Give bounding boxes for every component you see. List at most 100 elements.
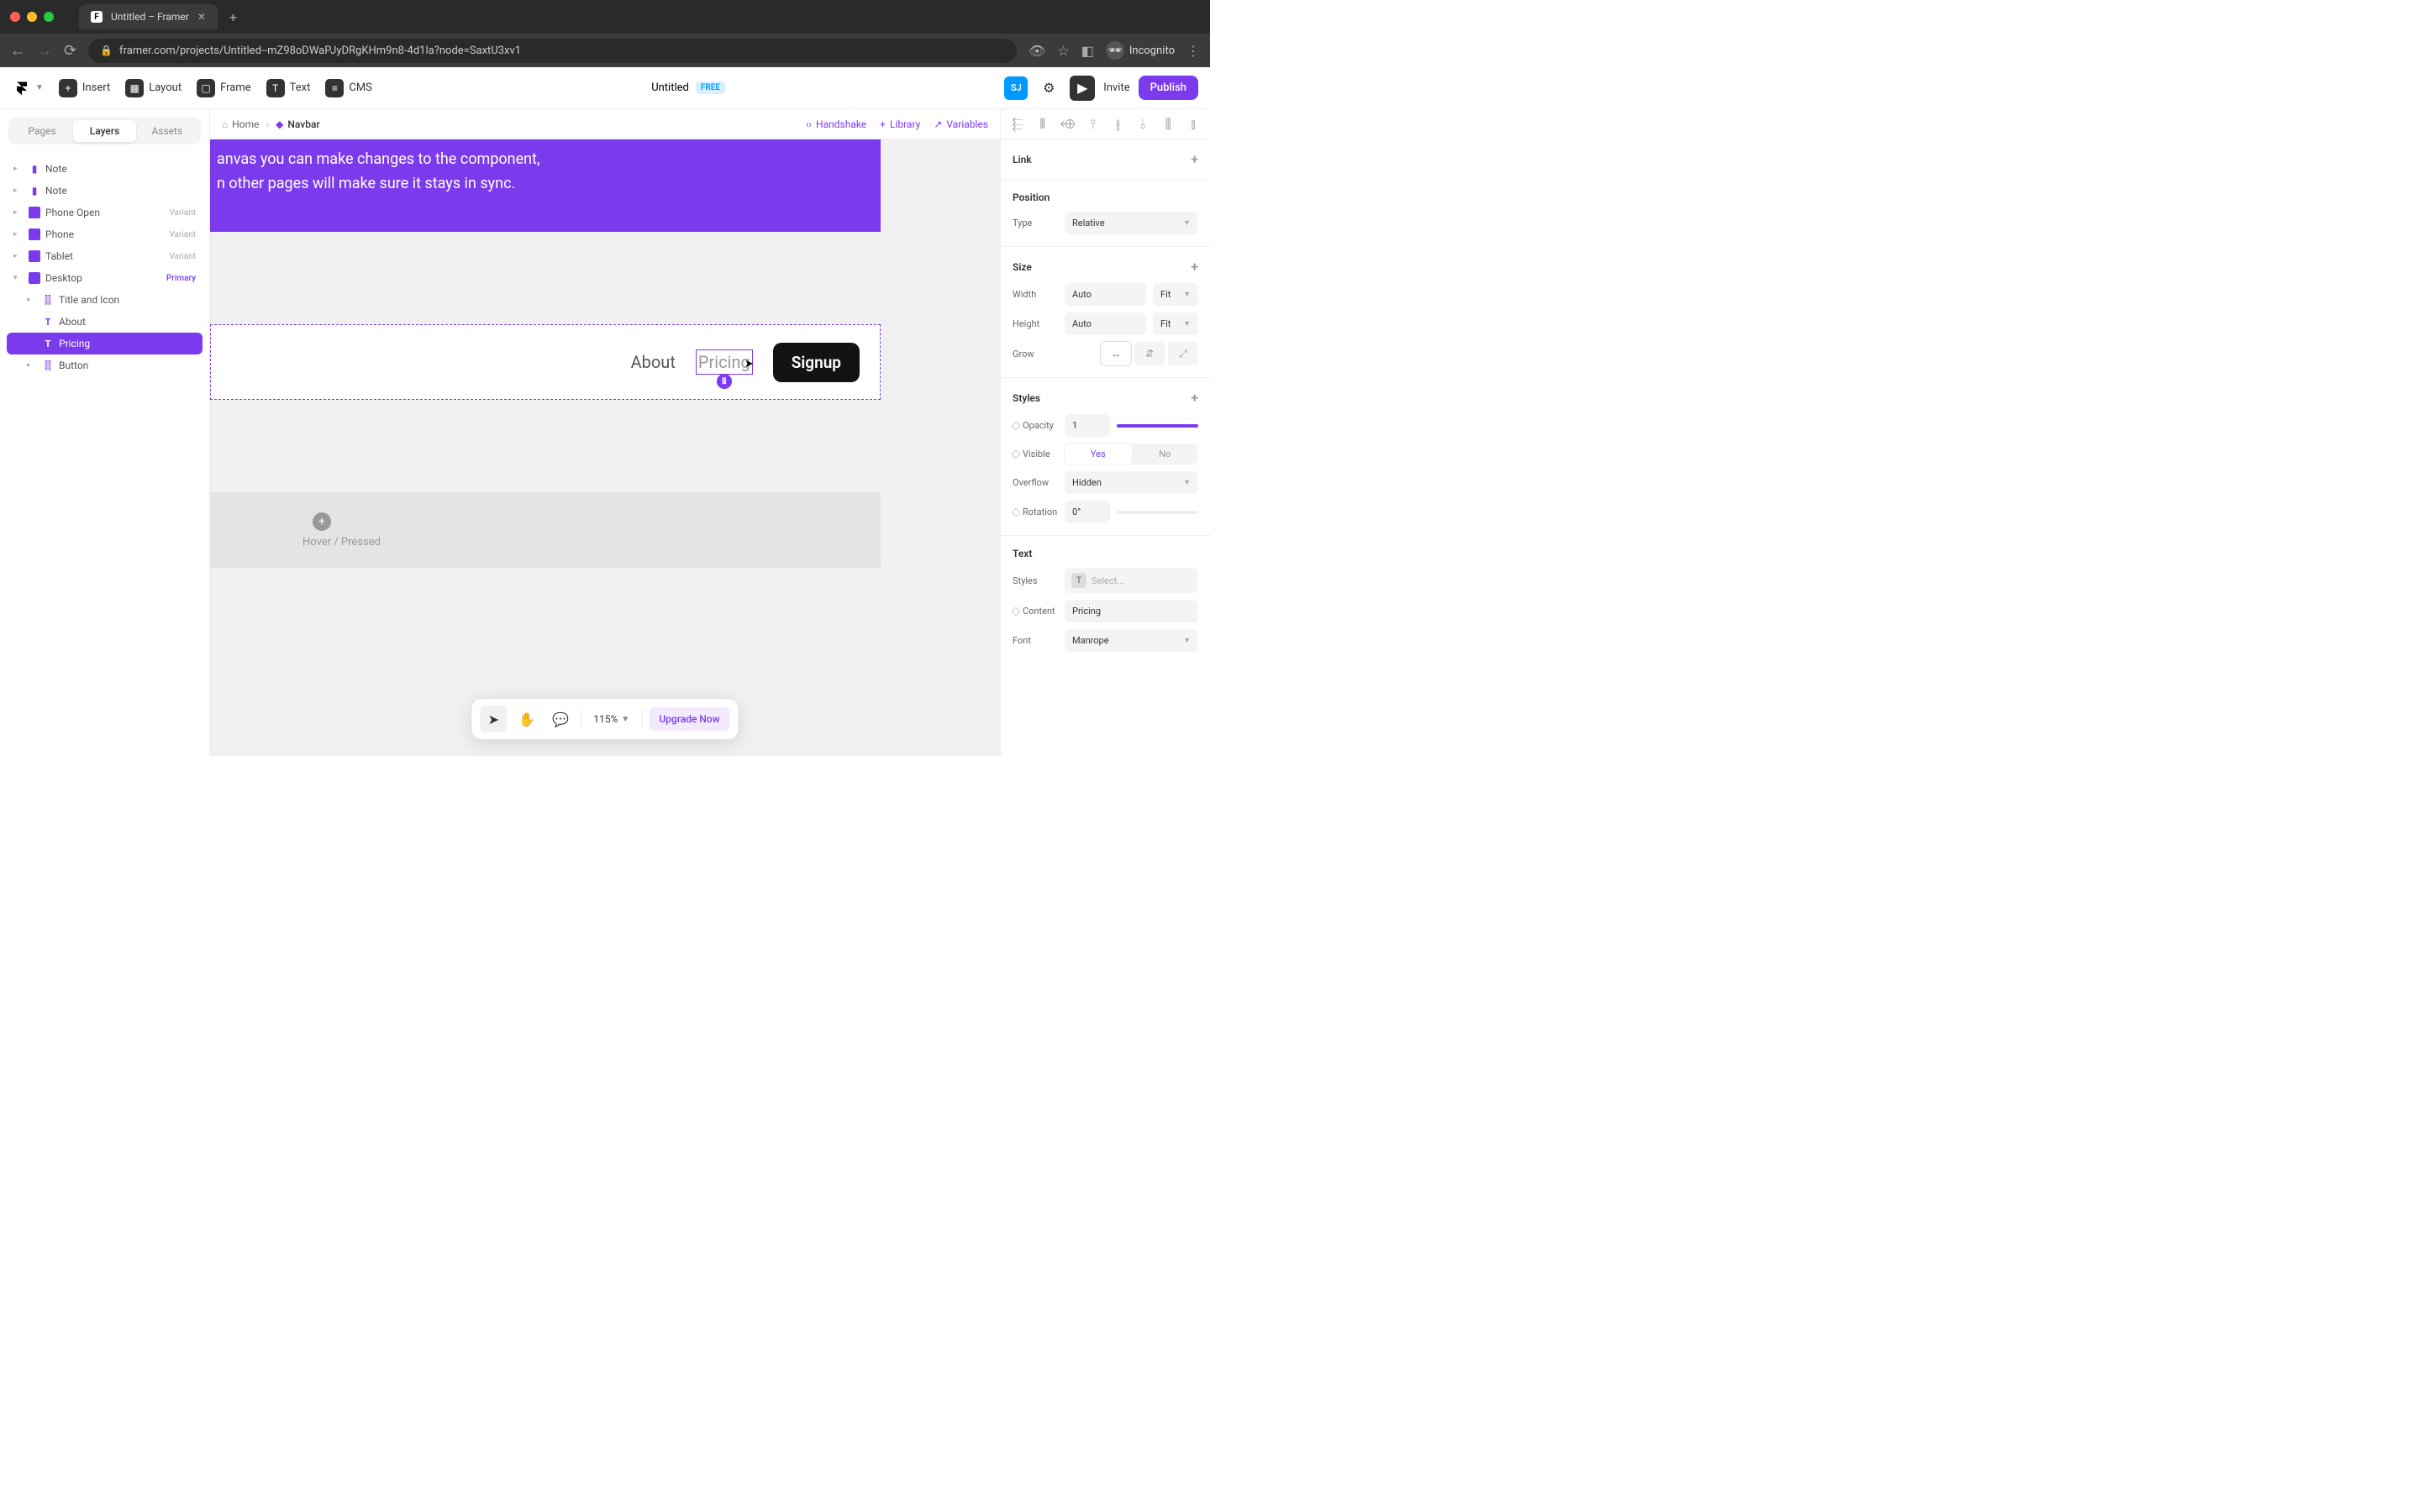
align-center-h-icon[interactable]: ⫴: [1036, 118, 1050, 131]
close-tab-icon[interactable]: ✕: [197, 11, 206, 23]
height-mode-select[interactable]: Fit▼: [1153, 312, 1198, 335]
visible-yes-option[interactable]: Yes: [1065, 444, 1132, 465]
layer-item-tablet[interactable]: ▸Tablet Variant: [7, 245, 203, 267]
width-input[interactable]: Auto: [1065, 283, 1146, 306]
content-input[interactable]: Pricing: [1065, 600, 1198, 622]
select-tool[interactable]: ➤: [480, 706, 507, 732]
zoom-control[interactable]: 115% ▼: [588, 713, 634, 725]
add-size-button[interactable]: +: [1191, 259, 1198, 275]
invite-button[interactable]: Invite: [1103, 81, 1129, 94]
add-link-button[interactable]: +: [1191, 151, 1198, 167]
document-title-area[interactable]: Untitled FREE: [651, 81, 725, 94]
handshake-button[interactable]: ‹› Handshake: [806, 118, 866, 130]
grow-vertical-button[interactable]: ⇵: [1134, 342, 1165, 365]
align-left-icon[interactable]: ⬱: [1011, 118, 1024, 131]
add-state-button[interactable]: +: [313, 512, 331, 531]
menu-icon[interactable]: ⋮: [1186, 43, 1200, 59]
comment-tool[interactable]: 💬: [547, 706, 574, 732]
chevron-icon: ▸: [13, 252, 24, 260]
library-button[interactable]: + Library: [880, 118, 920, 130]
layer-item-title-and-icon[interactable]: ▸⫿⫿Title and Icon: [7, 289, 203, 311]
tab-assets[interactable]: Assets: [136, 120, 198, 142]
text-styles-select[interactable]: T Select...: [1065, 568, 1198, 593]
overflow-select[interactable]: Hidden ▼: [1065, 471, 1198, 494]
visible-no-option[interactable]: No: [1132, 444, 1199, 465]
layout-button[interactable]: ▦ Layout: [125, 79, 182, 97]
diamond-icon[interactable]: [1011, 449, 1020, 459]
user-avatar[interactable]: SJ: [1004, 76, 1028, 100]
back-button[interactable]: ←: [10, 42, 25, 60]
hover-pressed-placeholder[interactable]: + Hover / Pressed: [210, 492, 881, 568]
layer-item-desktop[interactable]: ▾Desktop Primary: [7, 267, 203, 289]
align-right-icon[interactable]: ⬲: [1061, 118, 1075, 131]
grow-both-button[interactable]: ⤢: [1168, 342, 1198, 365]
bookmark-icon[interactable]: ☆: [1057, 43, 1069, 59]
play-button[interactable]: ▶: [1070, 76, 1095, 101]
distribute-v-icon[interactable]: ⫾: [1186, 118, 1200, 131]
cms-button[interactable]: ≡ CMS: [325, 79, 372, 97]
minimize-window-button[interactable]: [27, 12, 37, 22]
hand-tool[interactable]: ✋: [513, 706, 540, 732]
nav-link-about[interactable]: About: [631, 352, 676, 372]
frame-button[interactable]: ▢ Frame: [197, 79, 251, 97]
browser-tab[interactable]: F Untitled – Framer ✕: [79, 4, 218, 29]
layer-item-phone[interactable]: ▸Phone Variant: [7, 223, 203, 245]
variables-button[interactable]: ↗ Variables: [934, 118, 988, 130]
new-tab-button[interactable]: +: [229, 9, 237, 25]
align-top-icon[interactable]: ⫯: [1086, 118, 1100, 131]
grow-horizontal-button[interactable]: ↔: [1101, 342, 1131, 365]
canvas-area[interactable]: ⌂ Home › ◆ Navbar ‹› Handshake + Library: [210, 109, 1000, 756]
add-style-button[interactable]: +: [1191, 390, 1198, 406]
diamond-icon[interactable]: [1011, 421, 1020, 430]
reload-button[interactable]: ⟳: [64, 42, 76, 60]
lock-icon: 🔒: [100, 45, 113, 56]
font-select[interactable]: Manrope ▼: [1065, 629, 1198, 652]
canvas-body[interactable]: anvas you can make changes to the compon…: [210, 139, 1000, 756]
insert-button[interactable]: + Insert: [59, 79, 110, 97]
rotation-slider[interactable]: [1117, 511, 1198, 514]
settings-button[interactable]: ⚙: [1036, 76, 1061, 101]
rotation-input[interactable]: 0°: [1065, 501, 1110, 523]
text-styles-label: Styles: [1013, 575, 1058, 586]
incognito-badge[interactable]: 🕶 Incognito: [1106, 41, 1175, 60]
close-window-button[interactable]: [10, 12, 20, 22]
layer-item-phone-open[interactable]: ▸Phone Open Variant: [7, 202, 203, 223]
incognito-icon: 🕶: [1106, 41, 1124, 60]
breadcrumb-home[interactable]: ⌂ Home: [222, 118, 260, 130]
tab-pages[interactable]: Pages: [11, 120, 73, 142]
height-input[interactable]: Auto: [1065, 312, 1146, 335]
navbar-frame-desktop[interactable]: About Pricing ⫿⫿ ➤ Signup: [210, 324, 881, 400]
upgrade-button[interactable]: Upgrade Now: [649, 707, 729, 731]
framer-menu[interactable]: ▼: [12, 78, 44, 98]
variant-icon: [29, 250, 40, 262]
nav-signup-button[interactable]: Signup: [773, 343, 860, 382]
diamond-icon[interactable]: [1011, 606, 1020, 616]
layer-item-about[interactable]: TAbout: [7, 311, 203, 333]
extensions-icon[interactable]: ◧: [1081, 43, 1094, 59]
publish-button[interactable]: Publish: [1139, 76, 1198, 100]
opacity-slider[interactable]: [1117, 424, 1198, 428]
inspector-panel: ⬱ ⫴ ⬲ ⫯ ⫲ ⫰ ⫼ ⫾ Link + Position Type Rel…: [1000, 109, 1210, 756]
position-type-select[interactable]: Relative ▼: [1065, 212, 1198, 234]
align-center-v-icon[interactable]: ⫲: [1112, 118, 1125, 131]
text-button[interactable]: T Text: [266, 79, 311, 97]
opacity-input[interactable]: 1: [1065, 414, 1110, 437]
layer-item-pricing[interactable]: TPricing: [7, 333, 203, 354]
tab-layers[interactable]: Layers: [73, 120, 135, 142]
note-frame[interactable]: anvas you can make changes to the compon…: [210, 139, 881, 232]
width-mode-select[interactable]: Fit▼: [1153, 283, 1198, 306]
eye-icon[interactable]: 👁: [1028, 43, 1045, 59]
selection-handle-icon[interactable]: ⫿⫿: [717, 374, 732, 389]
distribute-h-icon[interactable]: ⫼: [1161, 118, 1175, 131]
breadcrumb-navbar[interactable]: ◆ Navbar: [276, 118, 320, 130]
url-input[interactable]: 🔒 framer.com/projects/Untitled--mZ98oDWa…: [88, 39, 1017, 63]
layer-item-button[interactable]: ▸⫿⫿Button: [7, 354, 203, 376]
maximize-window-button[interactable]: [44, 12, 54, 22]
layer-item-note[interactable]: ▸▮Note: [7, 158, 203, 180]
align-bottom-icon[interactable]: ⫰: [1136, 118, 1150, 131]
diamond-icon[interactable]: [1011, 507, 1020, 517]
layer-item-note[interactable]: ▸▮Note: [7, 180, 203, 202]
grow-label: Grow: [1013, 349, 1058, 360]
forward-button[interactable]: →: [37, 42, 52, 60]
nav-link-pricing[interactable]: Pricing ⫿⫿ ➤: [696, 349, 753, 375]
